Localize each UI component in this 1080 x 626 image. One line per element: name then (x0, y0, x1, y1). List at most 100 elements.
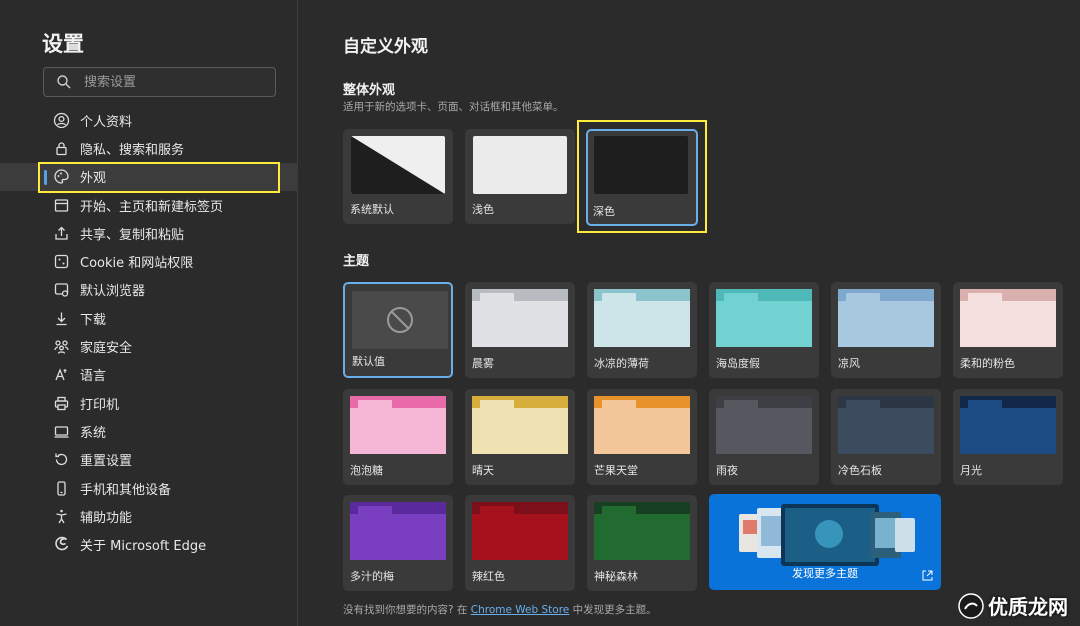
profile-icon (53, 112, 70, 129)
sidebar-item[interactable]: 系统 (0, 417, 298, 445)
theme-card[interactable]: 月光 (953, 389, 1063, 485)
sidebar-item-label: Cookie 和网站权限 (80, 256, 194, 272)
sidebar-item[interactable]: 外观 (0, 162, 298, 191)
dark-preview (594, 136, 688, 194)
accessibility-icon (53, 508, 70, 525)
theme-preview (350, 502, 446, 560)
search-box[interactable] (43, 67, 276, 97)
sidebar-item-label: 隐私、搜索和服务 (80, 142, 185, 158)
theme-card[interactable]: 神秘森林 (587, 495, 697, 591)
sidebar-item[interactable]: 默认浏览器 (0, 276, 298, 304)
sidebar-item[interactable]: 辅助功能 (0, 502, 298, 530)
sidebar-item-label: 开始、主页和新建标签页 (80, 199, 224, 215)
theme-label: 冰凉的薄荷 (594, 357, 649, 370)
theme-card[interactable]: 多汁的梅 (343, 495, 453, 591)
sidebar-item-label: 家庭安全 (80, 341, 133, 357)
theme-label: 芒果天堂 (594, 464, 638, 477)
sidebar-item-label: 默认浏览器 (80, 284, 146, 300)
theme-card[interactable]: 柔和的粉色 (953, 282, 1063, 378)
theme-preview (838, 289, 934, 347)
sidebar-item[interactable]: 打印机 (0, 389, 298, 417)
appearance-light[interactable]: 浅色 (465, 129, 575, 224)
discover-more-themes[interactable]: 发现更多主题 (709, 494, 941, 590)
themes-title: 主题 (343, 254, 370, 269)
overall-appearance-title: 整体外观 (343, 83, 396, 98)
light-preview (473, 136, 567, 194)
sidebar-item[interactable]: 重置设置 (0, 446, 298, 474)
theme-card[interactable]: 凉风 (831, 282, 941, 378)
search-icon (57, 75, 71, 89)
lock-icon (53, 140, 70, 157)
theme-card[interactable]: 默认值 (343, 282, 453, 378)
theme-card[interactable]: 晨雾 (465, 282, 575, 378)
appearance-system-default[interactable]: 系统默认 (343, 129, 453, 224)
page-title: 自定义外观 (343, 37, 428, 57)
theme-label: 默认值 (352, 355, 385, 368)
theme-label: 月光 (960, 464, 982, 477)
theme-label: 凉风 (838, 357, 860, 370)
footer-note: 没有找到你想要的内容? 在 Chrome Web Store 中发现更多主题。 (343, 602, 657, 617)
sidebar-item-label: 重置设置 (80, 454, 133, 470)
sidebar-item[interactable]: 开始、主页和新建标签页 (0, 191, 298, 219)
theme-preview (594, 396, 690, 454)
theme-card[interactable]: 冷色石板 (831, 389, 941, 485)
chrome-web-store-link[interactable]: Chrome Web Store (471, 604, 570, 616)
sidebar-item[interactable]: 语言 (0, 361, 298, 389)
theme-preview (716, 289, 812, 347)
theme-label: 泡泡糖 (350, 464, 383, 477)
cookie-icon (53, 253, 70, 270)
theme-label: 柔和的粉色 (960, 357, 1015, 370)
sidebar-item-label: 关于 Microsoft Edge (80, 539, 207, 555)
sidebar-nav: 个人资料隐私、搜索和服务外观开始、主页和新建标签页 共享、复制和粘贴 Cookie … (0, 106, 298, 559)
theme-label: 海岛度假 (716, 357, 760, 370)
home-tab-icon (53, 197, 70, 214)
theme-preview (350, 396, 446, 454)
phone-icon (53, 480, 70, 497)
sidebar-item-label: 个人资料 (80, 114, 133, 130)
appearance-label: 深色 (593, 205, 615, 218)
watermark: 优质龙网 (958, 591, 1068, 620)
sidebar-item[interactable]: Cookie 和网站权限 (0, 247, 298, 275)
sidebar-item[interactable]: 个人资料 (0, 106, 298, 134)
share-icon (53, 225, 70, 242)
sidebar-item-label: 共享、复制和粘贴 (80, 227, 185, 243)
sidebar-item[interactable]: 家庭安全 (0, 332, 298, 360)
theme-card[interactable]: 晴天 (465, 389, 575, 485)
system-icon (53, 423, 70, 440)
sidebar: 设置 个人资料隐私、搜索和服务外观开始、主页和新建标签页共享、复制和粘贴 Cook… (0, 0, 298, 626)
theme-label: 晨雾 (472, 357, 494, 370)
search-input[interactable] (84, 74, 254, 90)
sidebar-item-label: 下载 (80, 312, 107, 328)
appearance-dark[interactable]: 深色 (586, 129, 698, 226)
main-panel: 自定义外观 整体外观 适用于新的选项卡、页面、对话框和其他菜单。 系统默认 浅色… (299, 0, 1080, 626)
theme-preview (838, 396, 934, 454)
theme-preview (960, 396, 1056, 454)
appearance-label: 浅色 (472, 203, 494, 216)
theme-preview (716, 396, 812, 454)
sidebar-item-label: 辅助功能 (80, 510, 133, 526)
theme-card[interactable]: 雨夜 (709, 389, 819, 485)
sidebar-item[interactable]: 隐私、搜索和服务 (0, 134, 298, 162)
footer-prefix: 没有找到你想要的内容? 在 (343, 604, 468, 616)
system-default-preview (351, 136, 445, 194)
theme-label: 多汁的梅 (350, 570, 394, 583)
palette-icon (53, 168, 70, 185)
theme-card[interactable]: 芒果天堂 (587, 389, 697, 485)
sidebar-item-label: 语言 (80, 369, 107, 385)
language-icon (53, 366, 70, 383)
sidebar-item[interactable]: 共享、复制和粘贴 (0, 219, 298, 247)
theme-card[interactable]: 海岛度假 (709, 282, 819, 378)
sidebar-item[interactable]: 下载 (0, 304, 298, 332)
theme-card[interactable]: 辣红色 (465, 495, 575, 591)
theme-card[interactable]: 冰凉的薄荷 (587, 282, 697, 378)
default-theme-preview (352, 291, 448, 349)
external-link-icon (922, 570, 933, 581)
theme-preview (594, 502, 690, 560)
theme-label: 雨夜 (716, 464, 738, 477)
theme-card[interactable]: 泡泡糖 (343, 389, 453, 485)
sidebar-item[interactable]: 关于 Microsoft Edge (0, 530, 298, 558)
printer-icon (53, 395, 70, 412)
watermark-logo-icon (958, 592, 984, 619)
sidebar-item[interactable]: 手机和其他设备 (0, 474, 298, 502)
theme-label: 冷色石板 (838, 464, 882, 477)
